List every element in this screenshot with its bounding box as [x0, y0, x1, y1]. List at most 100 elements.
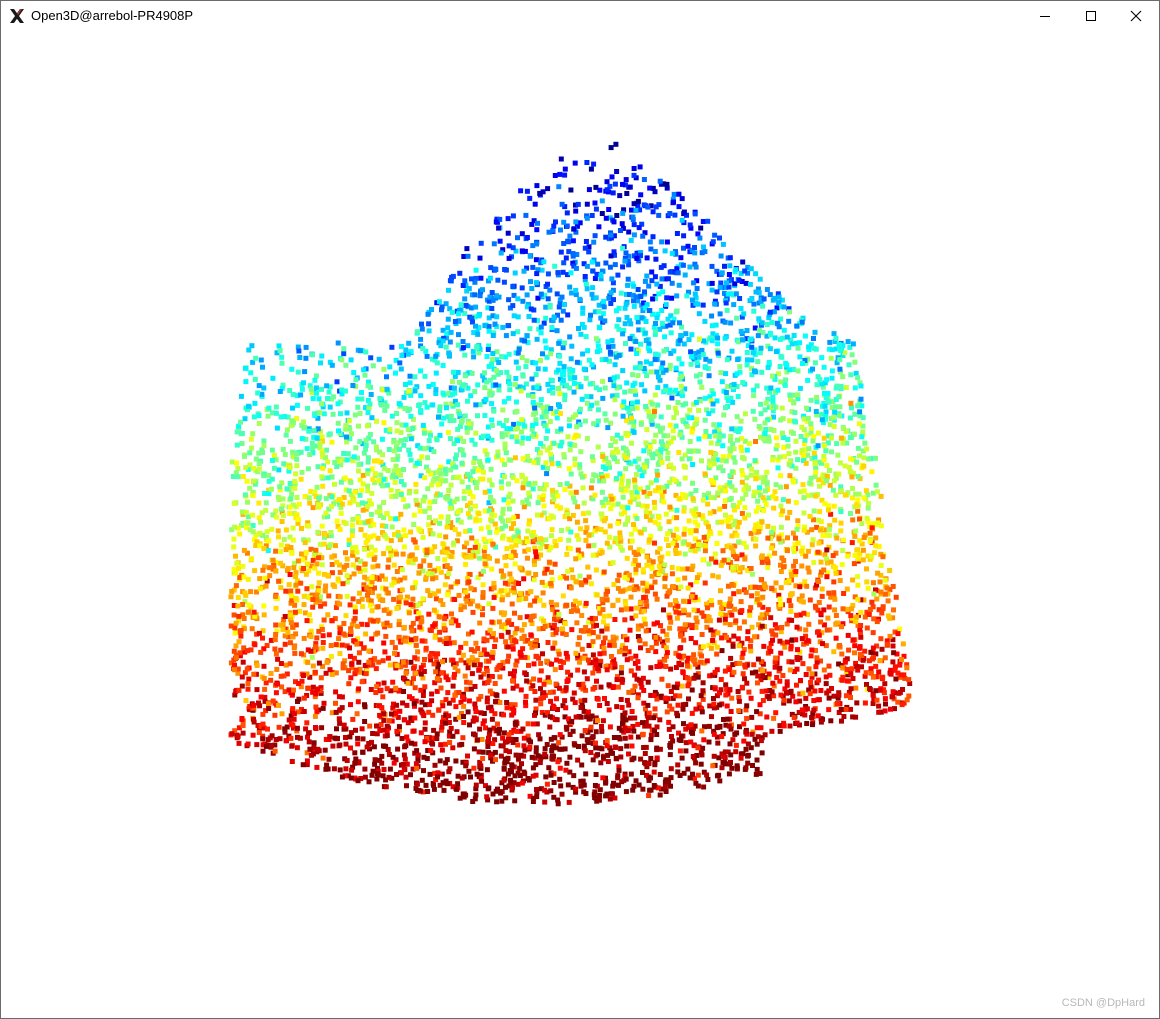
point	[245, 648, 250, 654]
point	[744, 350, 750, 355]
point	[338, 510, 344, 516]
point	[455, 622, 461, 628]
point	[825, 615, 831, 621]
point-cloud[interactable]	[1, 31, 1159, 1018]
point	[409, 637, 414, 643]
point	[576, 326, 581, 331]
point	[748, 648, 754, 654]
point	[461, 452, 467, 458]
title-bar[interactable]: Open3D@arrebol-PR4908P	[1, 1, 1159, 31]
point	[800, 661, 806, 667]
point	[609, 174, 615, 180]
point	[737, 500, 743, 506]
point	[388, 552, 394, 558]
point	[500, 407, 506, 413]
point	[845, 632, 851, 638]
point	[556, 651, 562, 657]
point	[666, 519, 672, 525]
point	[665, 683, 671, 689]
point	[777, 728, 783, 734]
point	[620, 368, 626, 374]
point	[607, 724, 613, 730]
point	[552, 173, 558, 178]
point	[461, 714, 466, 719]
point	[679, 196, 685, 202]
point	[541, 486, 547, 492]
point	[757, 485, 763, 491]
point	[260, 364, 265, 370]
point	[466, 768, 472, 774]
point	[594, 678, 599, 684]
point	[333, 700, 338, 706]
point	[266, 701, 271, 707]
point	[444, 524, 450, 530]
point	[316, 555, 321, 561]
point	[703, 365, 709, 371]
point	[402, 575, 408, 581]
point	[638, 645, 643, 651]
point	[848, 372, 854, 378]
point	[543, 435, 549, 441]
point	[509, 434, 515, 440]
point	[478, 526, 484, 532]
point	[520, 485, 526, 491]
point	[526, 777, 532, 783]
point	[515, 781, 521, 787]
point	[878, 563, 884, 568]
point	[316, 588, 322, 594]
point	[656, 212, 662, 218]
point	[606, 295, 612, 301]
point	[517, 765, 523, 771]
point	[506, 323, 512, 329]
point	[786, 598, 792, 604]
point	[732, 459, 738, 465]
point	[654, 732, 660, 737]
maximize-button[interactable]	[1068, 1, 1114, 31]
minimize-button[interactable]	[1022, 1, 1068, 31]
point	[495, 721, 500, 727]
point	[458, 302, 464, 308]
point	[631, 303, 637, 309]
point	[304, 446, 310, 452]
point	[314, 435, 320, 441]
point	[511, 313, 517, 319]
point	[830, 487, 836, 493]
point	[836, 471, 842, 477]
point	[550, 645, 556, 651]
point	[669, 734, 674, 739]
point	[569, 627, 575, 633]
point	[673, 598, 678, 604]
point	[858, 634, 864, 640]
point	[502, 730, 507, 736]
point	[837, 643, 842, 648]
point	[294, 402, 300, 408]
point	[593, 567, 599, 573]
point	[585, 564, 591, 570]
point-cloud-viewport[interactable]	[1, 31, 1159, 1018]
point	[318, 360, 323, 366]
point	[496, 360, 502, 365]
point	[485, 457, 491, 463]
point	[399, 736, 405, 741]
point	[836, 342, 842, 348]
point	[713, 475, 719, 481]
point	[566, 537, 572, 543]
point	[563, 255, 569, 261]
point	[562, 397, 568, 403]
point	[306, 739, 312, 745]
point	[611, 249, 617, 255]
point	[417, 508, 423, 514]
point	[465, 398, 470, 404]
point	[487, 555, 492, 561]
close-button[interactable]	[1113, 1, 1159, 31]
point	[622, 710, 628, 716]
point	[882, 681, 888, 687]
point	[707, 510, 713, 516]
point	[883, 701, 888, 707]
point	[843, 707, 849, 712]
point	[855, 497, 861, 503]
point	[327, 404, 333, 410]
point	[603, 780, 609, 786]
point	[693, 488, 699, 493]
point	[394, 411, 400, 416]
